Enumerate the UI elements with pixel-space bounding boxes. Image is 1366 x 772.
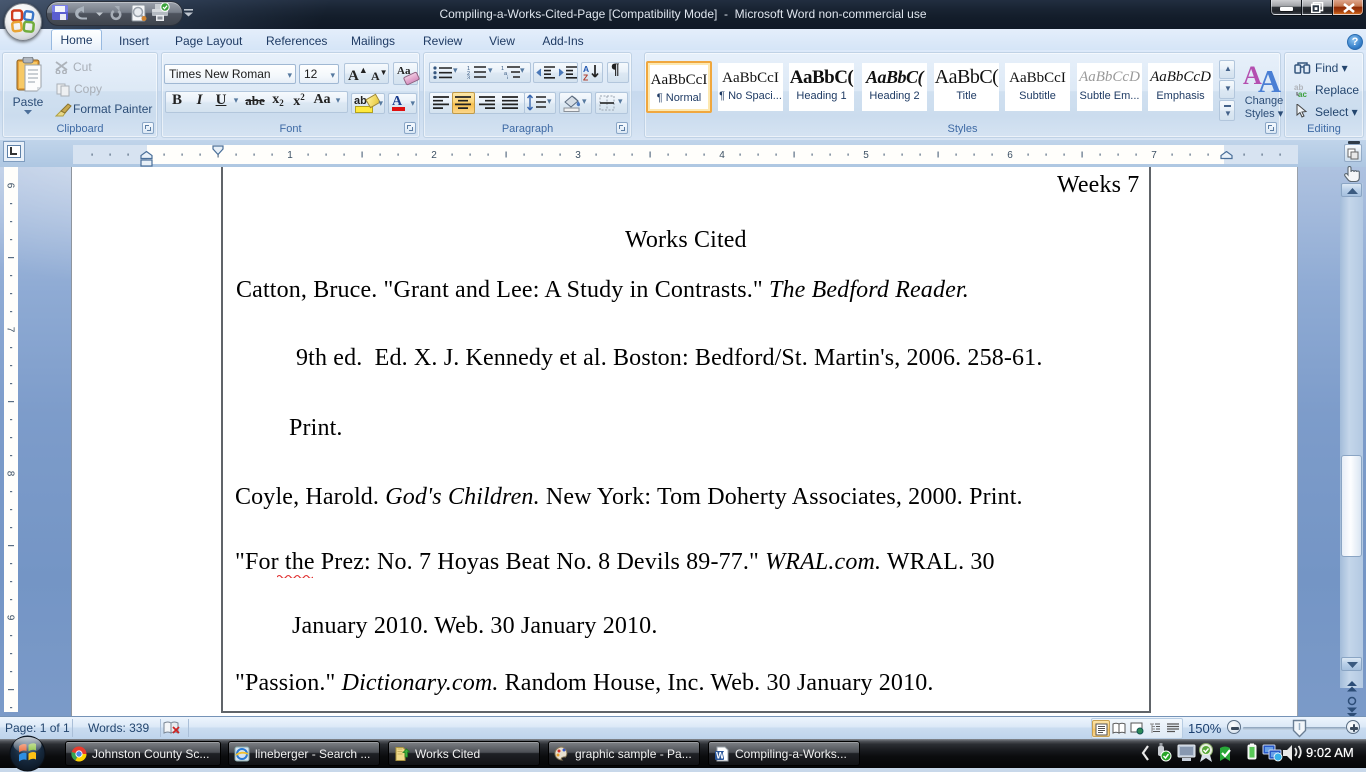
svg-text:2: 2	[431, 150, 437, 161]
svg-text:A: A	[1258, 63, 1281, 94]
svg-text:Z: Z	[583, 73, 588, 82]
svg-text:5: 5	[863, 150, 869, 161]
svg-text:6: 6	[1007, 150, 1013, 161]
svg-text:7: 7	[5, 327, 16, 333]
svg-text:1: 1	[287, 150, 293, 161]
svg-text:9: 9	[5, 615, 16, 621]
svg-text:3: 3	[575, 150, 581, 161]
svg-text:3: 3	[467, 76, 470, 80]
svg-text:6: 6	[5, 183, 16, 189]
svg-text:8: 8	[5, 471, 16, 477]
svg-text:4: 4	[719, 150, 725, 161]
svg-text:i: i	[507, 76, 508, 80]
svg-text:ac: ac	[1298, 90, 1307, 98]
svg-text:W: W	[716, 751, 725, 761]
svg-text:7: 7	[1151, 150, 1157, 161]
